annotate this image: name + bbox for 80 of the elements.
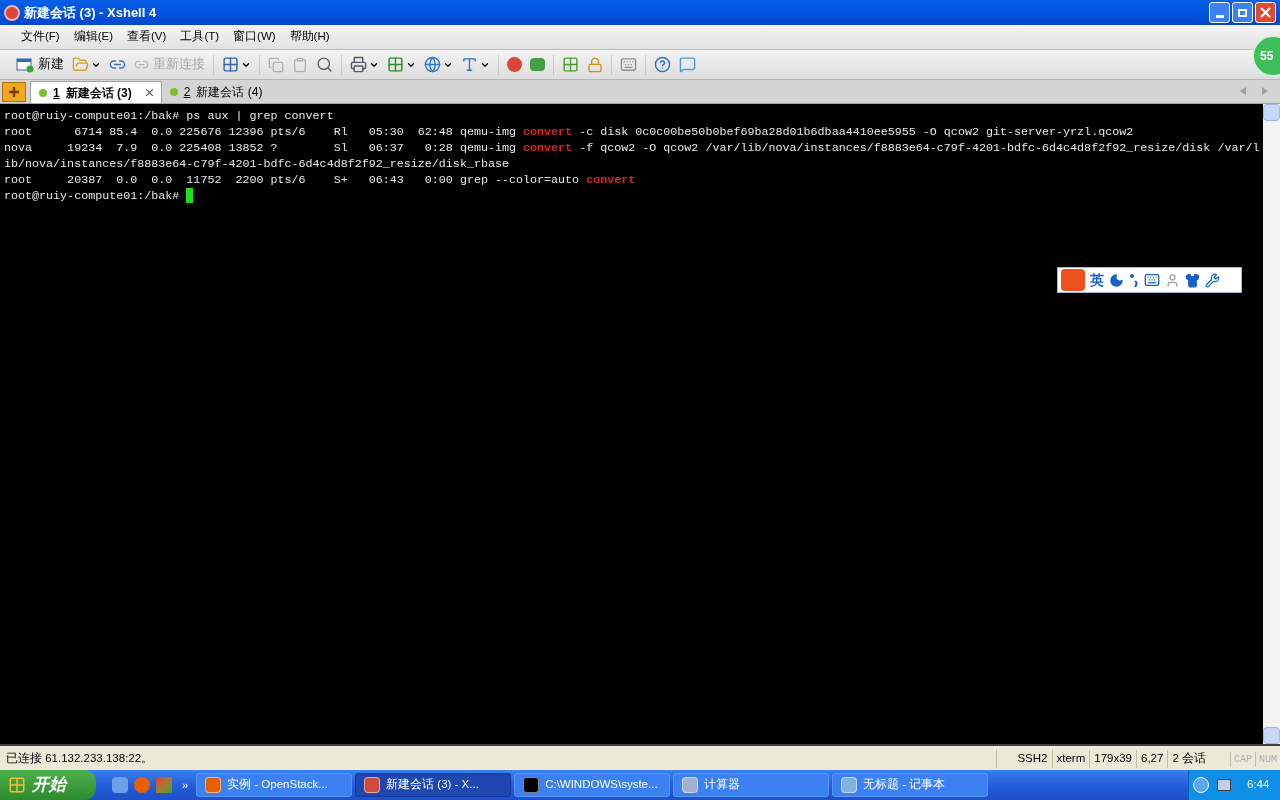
terminal-line: root@ruiy-compute01:/bak# xyxy=(4,188,181,204)
input-mode: 英 xyxy=(1090,272,1104,288)
windows-logo-icon xyxy=(8,776,26,794)
scroll-left-icon[interactable] xyxy=(1240,87,1246,95)
punctuation-icon xyxy=(1129,273,1139,287)
shirt-icon xyxy=(1185,272,1200,288)
app-icon xyxy=(523,777,540,793)
close-button[interactable] xyxy=(1255,2,1276,23)
moon-icon xyxy=(1109,272,1124,288)
terminal-line: root@ruiy-compute01:/bak# ps aux | grep convert xyxy=(4,108,334,124)
show-hidden-icons-button[interactable] xyxy=(1193,777,1209,793)
app-logo-icon xyxy=(4,4,20,21)
status-cell: 2 会话 xyxy=(1167,750,1230,768)
terminal-line: ib/nova/instances/f8883e64-c79f-4201-bdfc-6d4c4d8f2f92_resize/disk_rbase xyxy=(4,156,509,172)
app-icon xyxy=(205,777,222,793)
plus-icon xyxy=(9,87,19,97)
window-title: 新建会话 (3) - Xshell 4 xyxy=(24,3,157,22)
copy-icon xyxy=(268,56,284,73)
taskbar-button[interactable]: 实例 - OpenStack... xyxy=(196,773,353,797)
terminal-line: root 20387 0.0 0.0 11752 2200 pts/6 S+ 06:43 0:00 grep --color=auto convert xyxy=(4,172,636,188)
tab-label: 新建会话 (3) xyxy=(65,84,132,102)
tab-label: 新建会话 (4) xyxy=(196,84,263,101)
clock: 6:44 xyxy=(1247,777,1270,793)
menu-item[interactable]: 编辑(E) xyxy=(68,28,119,46)
keyboard-icon xyxy=(620,56,637,73)
key-indicator: CAP xyxy=(1229,751,1255,767)
taskbar-button[interactable]: 无标题 - 记事本 xyxy=(832,773,989,797)
score-badge: 55 xyxy=(1252,35,1280,77)
taskbar-button[interactable]: C:\WINDOWS\syste... xyxy=(514,773,671,797)
scroll-right-icon[interactable] xyxy=(1262,87,1268,95)
menu-item[interactable]: 帮助(H) xyxy=(284,28,335,46)
connection-status: 已连接 61.132.233.138:22。 xyxy=(5,751,155,767)
session-tab[interactable]: 1 新建会话 (3) xyxy=(30,81,162,103)
scroll-up-button[interactable] xyxy=(1263,104,1280,121)
grid-icon xyxy=(562,56,579,73)
new-window-icon xyxy=(16,56,34,73)
search-icon xyxy=(316,56,333,73)
taskbar-button[interactable]: 新建会话 (3) - X... xyxy=(355,773,512,797)
app-icon xyxy=(682,777,699,793)
session-tab[interactable]: 2 新建会话 (4) xyxy=(161,81,271,103)
printer-icon xyxy=(350,56,367,73)
menu-item[interactable]: 查看(V) xyxy=(122,28,172,46)
globe-icon xyxy=(424,56,441,73)
font-icon xyxy=(461,56,478,73)
status-cell: 6,27 xyxy=(1136,750,1168,768)
minimize-button[interactable] xyxy=(1209,2,1230,23)
more-icon[interactable]: » xyxy=(182,776,189,794)
key-indicator: NUM xyxy=(1255,751,1280,767)
scroll-down-button[interactable] xyxy=(1263,727,1280,744)
quick-launch-icon[interactable] xyxy=(112,777,128,793)
terminal-cursor xyxy=(186,188,194,203)
help-icon xyxy=(654,56,671,73)
ime-toolbar[interactable]: 英 xyxy=(1057,267,1242,293)
terminal-line: root 6714 85.4 0.0 225676 12396 pts/6 Rl 05:30 62:48 qemu-img convert -c disk 0c0c00be50b0bef69ba28d01b6dbaa4410ee5955 -O qcow2 git-server-yrzl.qcow2 xyxy=(4,124,1134,140)
new-session-button[interactable]: 新建 xyxy=(12,53,68,76)
terminal-line: nova 19234 7.9 0.0 225408 13852 ? Sl 06:37 0:28 qemu-img convert -f qcow2 -O qcow2 /var/lib/nova/instances/f8883e64-c79f-4201-bdfc-6d4c4d8f2f92_resize/disk /var/l xyxy=(4,140,1260,156)
taskbar-button[interactable]: 计算器 xyxy=(673,773,830,797)
close-tab-icon xyxy=(145,89,153,96)
restore-button[interactable] xyxy=(1232,2,1253,23)
paste-icon xyxy=(292,56,308,73)
wrench-icon xyxy=(1205,272,1220,288)
close-icon xyxy=(1260,7,1271,18)
folder-icon xyxy=(72,56,89,73)
user-icon xyxy=(1165,272,1180,288)
tab-number: 2 xyxy=(183,84,191,101)
tab-number: 1 xyxy=(53,84,60,102)
network-icon[interactable] xyxy=(1217,779,1231,791)
menu-item[interactable]: 窗口(W) xyxy=(228,28,281,46)
status-cell: 179x39 xyxy=(1089,750,1136,768)
add-tab-button[interactable] xyxy=(2,82,26,102)
vertical-scrollbar[interactable] xyxy=(1263,104,1280,744)
status-cell: xterm xyxy=(1051,750,1090,768)
app-icon xyxy=(364,777,381,793)
menu-item[interactable]: 工具(T) xyxy=(175,28,225,46)
speech-bubble-icon xyxy=(679,56,696,73)
keyboard-icon xyxy=(1144,272,1160,288)
menu-item[interactable]: 文件(F) xyxy=(16,28,65,46)
app-icon xyxy=(841,777,858,793)
status-cell: SSH2 xyxy=(996,750,1052,768)
lock-icon xyxy=(587,56,603,73)
